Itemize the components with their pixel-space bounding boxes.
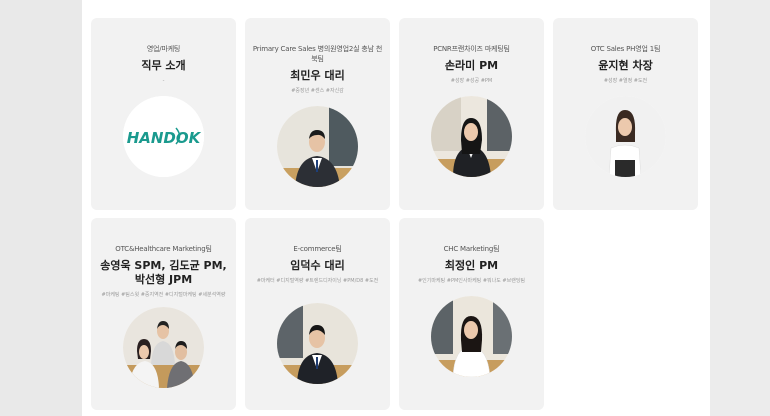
profile-photo <box>431 96 512 177</box>
card-dept: Primary Care Sales 병의원영업2실 충남 천북팀 <box>252 45 383 63</box>
card-tags: #중장년 #센스 #자신감 <box>291 88 344 94</box>
profile-card[interactable]: CHC Marketing팀 최정인 PM #인기마케팅 #PM인사마케팅 #뭐… <box>399 218 544 410</box>
profile-photo <box>123 307 204 388</box>
job-intro-card[interactable]: 영업/마케팅 직무 소개 - HANDOK <box>91 18 236 210</box>
profile-card[interactable]: OTC Sales PH영업 1팀 윤지현 차장 #성장 #열정 #도전 <box>553 18 698 210</box>
card-name: 손라미 PM <box>444 59 499 72</box>
card-tags: #성장 #열정 #도전 <box>603 78 648 84</box>
card-name: 최정인 PM <box>444 259 499 272</box>
card-dept: OTC Sales PH영업 1팀 <box>590 45 661 53</box>
card-name: 임덕수 대리 <box>290 259 345 272</box>
card-tags: #마케팅 #팀스윗 #중지역전 #디지털마케팅 #세분석역량 <box>101 292 226 298</box>
card-dept: CHC Marketing팀 <box>443 245 500 253</box>
profile-photo <box>431 296 512 377</box>
card-tags: #성장 #성공 #PM <box>450 78 493 84</box>
card-tags: - <box>162 78 165 84</box>
card-dept: 영업/마케팅 <box>146 45 181 53</box>
profile-card[interactable]: Primary Care Sales 병의원영업2실 충남 천북팀 최민우 대리… <box>245 18 390 210</box>
profile-card[interactable]: E-commerce팀 임덕수 대리 #마케터 #디지털역량 #트렌드디자이닝 … <box>245 218 390 410</box>
card-name: 윤지현 차장 <box>598 59 653 72</box>
logo-wordmark: HANDOK <box>127 129 202 147</box>
company-logo: HANDOK <box>123 96 204 177</box>
card-dept: E-commerce팀 <box>293 245 342 253</box>
profile-photo <box>277 303 358 384</box>
card-tags: #마케터 #디지털역량 #트렌드디자이닝 #PM/D8 #도전 <box>256 278 379 284</box>
card-dept: OTC&Healthcare Marketing팀 <box>115 245 212 253</box>
left-margin <box>0 0 82 416</box>
profile-card[interactable]: PCNR프랜차이즈 마케팅팀 손라미 PM #성장 #성공 #PM <box>399 18 544 210</box>
profile-card[interactable]: OTC&Healthcare Marketing팀 송영욱 SPM, 김도균 P… <box>91 218 236 410</box>
card-tags: #인기마케팅 #PM인사마케팅 #뭐나도 #브랜딩팀 <box>417 278 526 284</box>
job-intro-panel: 영업/마케팅 직무 소개 - HANDOK Primary Care Sales… <box>82 0 710 416</box>
card-dept: PCNR프랜차이즈 마케팅팀 <box>433 45 510 53</box>
right-margin <box>710 0 770 416</box>
profile-photo <box>585 96 666 177</box>
card-title: 직무 소개 <box>141 59 186 72</box>
card-name: 최민우 대리 <box>290 69 345 82</box>
profile-photo <box>277 106 358 187</box>
card-name: 송영욱 SPM, 김도균 PM, 박선형 JPM <box>100 259 227 286</box>
